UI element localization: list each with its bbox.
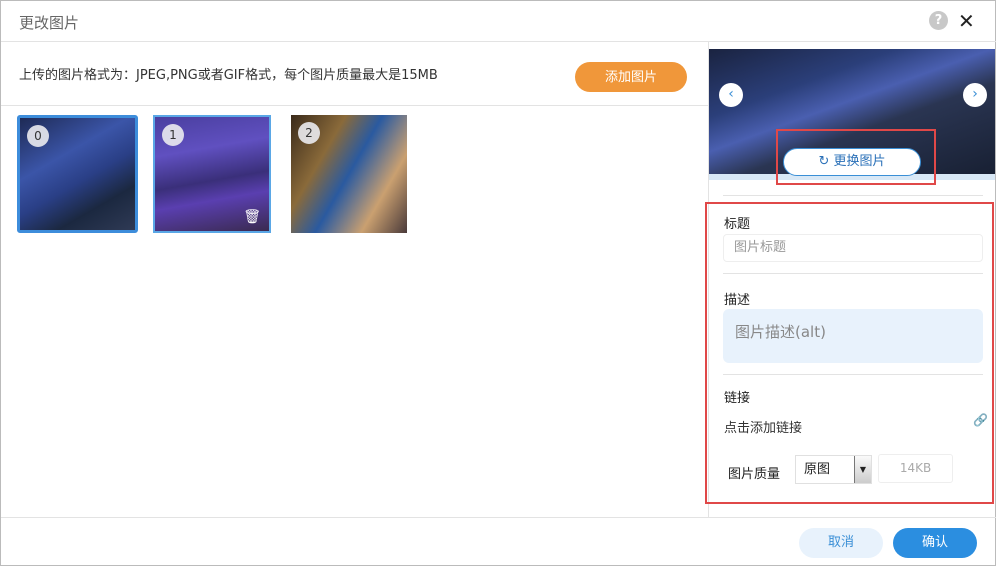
- thumbnail-1[interactable]: 1 🗑: [153, 115, 271, 233]
- thumbnail-index: 2: [298, 122, 320, 144]
- desc-label: 描述: [724, 293, 751, 308]
- thumbnail-index: 1: [162, 124, 184, 146]
- thumbnail-2[interactable]: 2: [291, 115, 407, 233]
- divider: [723, 273, 983, 274]
- help-icon[interactable]: ?: [929, 11, 948, 30]
- title-input[interactable]: 图片标题: [723, 234, 983, 262]
- add-link[interactable]: 点击添加链接: [724, 417, 802, 436]
- thumbnail-0[interactable]: 0: [17, 115, 138, 233]
- quality-label: 图片质量: [728, 467, 781, 482]
- prev-arrow-icon[interactable]: ‹: [719, 83, 743, 107]
- dialog-title: 更改图片: [19, 14, 80, 32]
- dialog-header: [1, 1, 996, 42]
- add-image-button[interactable]: 添加图片: [575, 62, 687, 92]
- cancel-button[interactable]: 取消: [799, 528, 883, 558]
- desc-input[interactable]: 图片描述(alt): [723, 309, 983, 363]
- file-size: 14KB: [878, 454, 953, 483]
- close-icon[interactable]: ✕: [958, 9, 975, 33]
- upload-info: 上传的图片格式为：JPEG,PNG或者GIF格式，每个图片质量最大是15MB: [19, 68, 438, 83]
- thumbnail-index: 0: [27, 125, 49, 147]
- divider: [723, 374, 983, 375]
- link-label: 链接: [724, 391, 751, 406]
- divider: [723, 195, 983, 196]
- highlight-box: [776, 129, 936, 185]
- trash-icon[interactable]: 🗑: [243, 209, 261, 225]
- confirm-button[interactable]: 确认: [893, 528, 977, 558]
- title-label: 标题: [724, 217, 751, 232]
- link-icon[interactable]: 🔗: [973, 413, 988, 427]
- divider: [1, 105, 708, 106]
- divider: [1, 517, 996, 518]
- next-arrow-icon[interactable]: ›: [963, 83, 987, 107]
- chevron-down-icon[interactable]: ▼: [854, 456, 871, 483]
- quality-select[interactable]: 原图 ▼: [795, 455, 872, 484]
- quality-value: 原图: [804, 462, 831, 477]
